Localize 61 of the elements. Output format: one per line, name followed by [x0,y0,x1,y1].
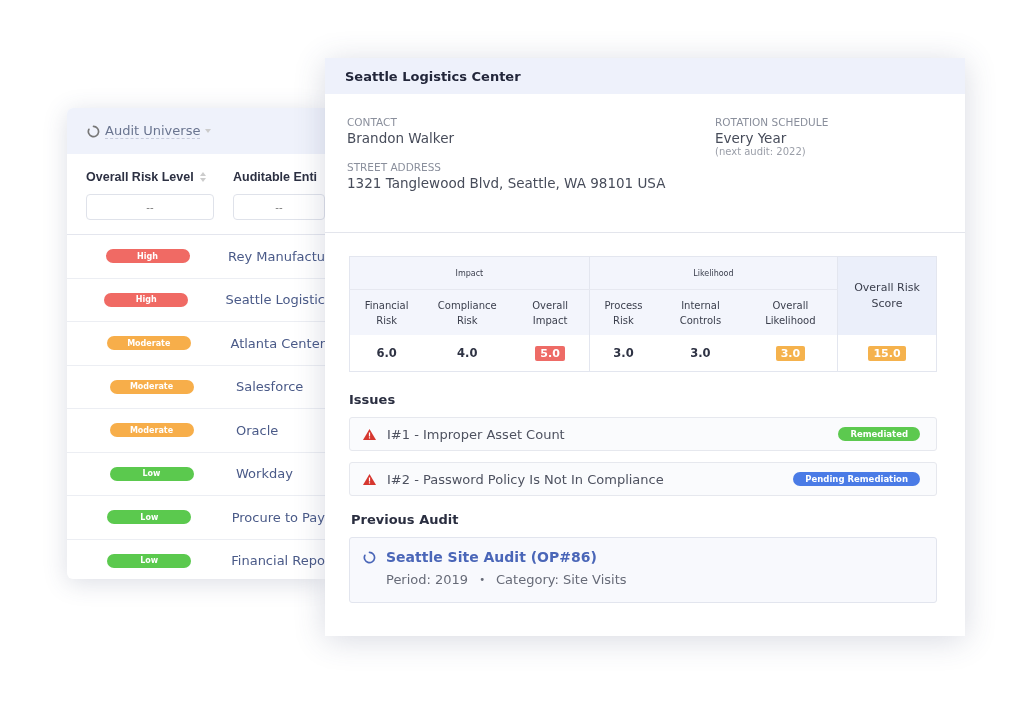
street-address: 1321 Tanglewood Blvd, Seattle, WA 98101 USA [347,175,667,191]
risk-badge: High [105,249,190,264]
entity-link[interactable]: Workday [236,466,293,482]
audit-category: Category: Site Visits [496,572,627,587]
entity-link[interactable]: Seattle Logistic [225,292,325,308]
column-header: Internal Controls [657,289,744,335]
filter-field[interactable]: -- [86,194,214,220]
risk-badge: Moderate [106,336,191,351]
sort-icon[interactable] [199,172,206,182]
field-label: CONTACT [347,116,398,128]
issue-title: I#1 - Improper Asset Count [387,426,566,442]
issue-item[interactable]: I#2 - Password Policy Is Not In Compliance Pending Remediation [349,462,937,496]
field-label: ROTATION SCHEDULE [715,116,829,128]
risk-badge: Low [107,553,192,568]
column-header[interactable]: Auditable Enti [233,170,318,184]
group-header: Impact [349,256,590,290]
entity-link[interactable]: Atlanta Center [230,335,325,351]
entity-link[interactable]: Oracle [236,422,279,438]
status-badge: Pending Remediation [793,472,920,486]
audit-universe-dropdown[interactable]: Audit Universe [105,123,201,139]
risk-badge: Moderate [109,423,194,438]
score-badge: 5.0 [535,346,565,361]
status-badge: Remediated [838,427,920,441]
risk-badge: Low [107,510,192,525]
warning-icon [363,473,376,485]
entity-link[interactable]: Salesforce [236,379,304,395]
card-title: Seattle Logistics Center [345,68,521,84]
issue-item[interactable]: I#1 - Improper Asset Count Remediated [349,417,937,451]
score-badge: 15.0 [868,346,906,361]
column-header[interactable]: Overall Risk Level [86,170,194,184]
column-header: Overall Risk Score [837,256,937,335]
filter-field[interactable]: -- [233,194,325,220]
section-title: Previous Audit [351,512,460,527]
separator-dot: • [479,574,486,585]
audit-link[interactable]: Seattle Site Audit (OP#86) [386,549,597,565]
entity-link[interactable]: Financial Repo [231,553,325,569]
column-header: Overall Impact [511,289,590,335]
risk-badge: Low [109,466,194,481]
group-header: Likelihood [589,256,838,290]
score-value: 3.0 [613,346,634,360]
score-value: 4.0 [457,346,478,360]
audit-period: Period: 2019 [386,572,469,587]
next-audit-note: (next audit: 2022) [715,146,807,157]
warning-icon [363,428,376,440]
score-value: 3.0 [690,346,711,360]
column-header: Overall Likelihood [743,289,838,335]
risk-badge: Moderate [109,379,194,394]
column-header: Financial Risk [349,289,424,335]
risk-badge: High [104,292,189,307]
section-title: Issues [349,392,397,407]
rotation-schedule: Every Year [715,130,788,146]
field-label: STREET ADDRESS [347,161,442,173]
column-header: Process Risk [589,289,658,335]
contact-name: Brandon Walker [347,130,456,146]
entity-link[interactable]: Rey Manufactu [228,248,325,264]
column-header: Compliance Risk [423,289,512,335]
score-value: 6.0 [376,346,397,360]
caret-icon[interactable] [205,129,212,133]
entity-link[interactable]: Procure to Pay [231,509,325,525]
issue-title: I#2 - Password Policy Is Not In Compliance [387,471,665,487]
score-badge: 3.0 [775,346,806,361]
